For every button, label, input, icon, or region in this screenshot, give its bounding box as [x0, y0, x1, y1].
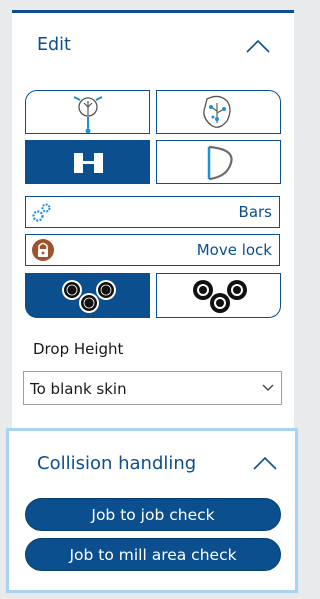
three-circles-icon [62, 280, 116, 313]
bracket-pair-button[interactable] [25, 140, 150, 184]
edit-panel: Edit Bars Move lock Drop Height To blank… [12, 10, 294, 429]
arc-shape-icon [207, 145, 233, 181]
job-to-mill-area-check-button[interactable]: Job to mill area check [25, 538, 281, 571]
job-to-job-check-button[interactable]: Job to job check [25, 498, 281, 531]
drop-height-label: Drop Height [33, 340, 124, 358]
move-lock-label: Move lock [196, 241, 272, 259]
chevron-down-icon [262, 384, 274, 391]
gears-icon [32, 203, 51, 222]
arc-shape-button[interactable] [156, 140, 281, 184]
bars-button[interactable]: Bars [25, 196, 280, 228]
collision-section-header[interactable]: Collision handling [9, 431, 295, 495]
bars-label: Bars [238, 203, 272, 221]
bracket-pair-icon [74, 153, 103, 173]
move-lock-button[interactable]: Move lock [25, 234, 280, 266]
collision-panel: Collision handling Job to job check Job … [6, 428, 298, 593]
lock-icon [32, 239, 54, 261]
pattern-button-outline[interactable] [156, 273, 281, 318]
chevron-up-icon[interactable] [244, 37, 272, 55]
tree-nodes-button[interactable] [156, 90, 281, 134]
pattern-button-filled[interactable] [25, 273, 150, 318]
chevron-up-icon[interactable] [251, 454, 279, 472]
edit-section-title: Edit [37, 35, 71, 55]
drop-height-value: To blank skin [30, 380, 127, 398]
tree-pin-button[interactable] [25, 90, 150, 134]
drop-height-select[interactable]: To blank skin [23, 371, 282, 405]
tree-nodes-icon [203, 95, 231, 128]
edit-section-header[interactable]: Edit [12, 13, 294, 77]
collision-section-title: Collision handling [37, 453, 197, 474]
tree-pin-icon [73, 96, 103, 134]
three-circles-icon [193, 280, 247, 313]
